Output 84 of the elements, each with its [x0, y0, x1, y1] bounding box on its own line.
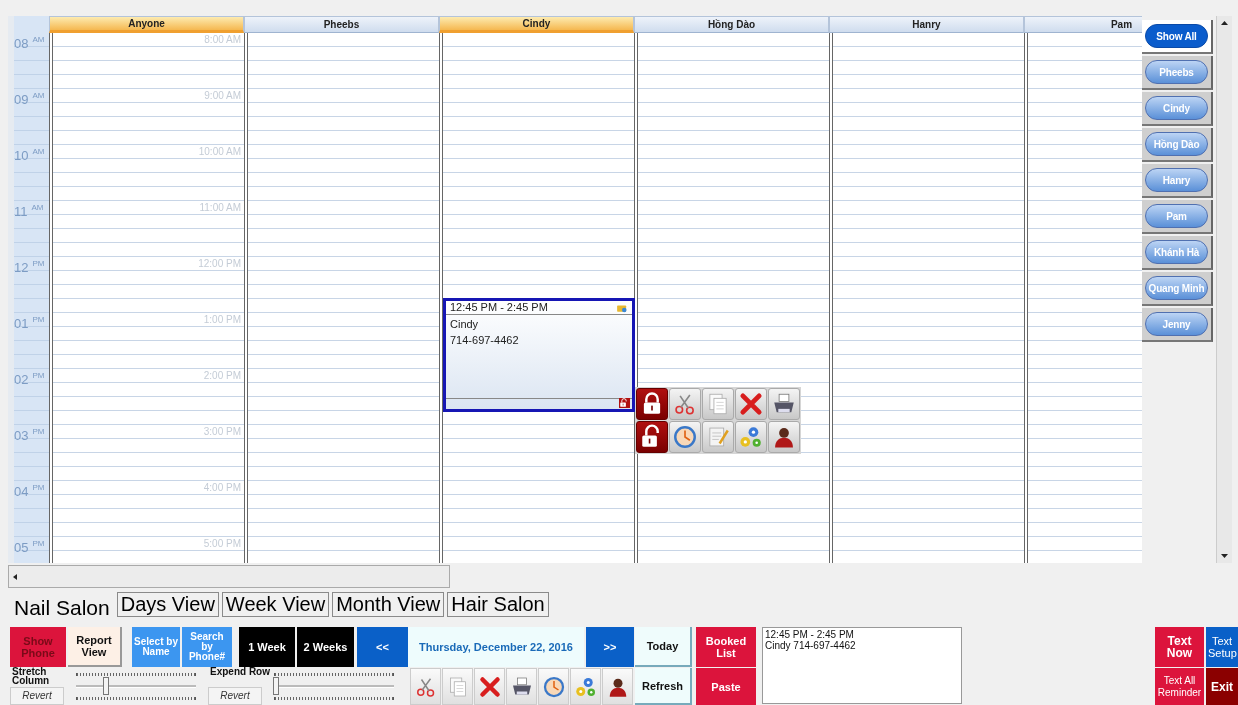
period-label: AM: [32, 147, 45, 158]
unlock-badge[interactable]: [619, 398, 630, 408]
clock-icon: [541, 674, 566, 699]
period-label: PM: [32, 539, 45, 550]
unlock-button[interactable]: [636, 421, 668, 453]
revert-button[interactable]: Revert: [10, 687, 64, 705]
today-button[interactable]: Today: [635, 627, 692, 667]
column-header[interactable]: Anyone: [49, 16, 244, 33]
hour-label: 09: [14, 92, 29, 107]
next-button[interactable]: >>: [586, 627, 634, 667]
period-label: PM: [32, 371, 45, 382]
column-header[interactable]: Pheebs: [244, 16, 439, 33]
date-label: Thursday, December 22, 2016: [408, 627, 584, 667]
client-button[interactable]: [768, 421, 800, 453]
slider-thumb[interactable]: [103, 677, 109, 695]
text-all-reminder-button[interactable]: Text All Reminder: [1155, 668, 1204, 705]
hour-label: 03: [14, 428, 29, 443]
staff-filter-button[interactable]: Show All: [1142, 20, 1213, 54]
delete-icon: [477, 674, 502, 699]
range-button[interactable]: 1 Week: [239, 627, 295, 667]
hour-label: 08: [14, 36, 29, 51]
period-label: PM: [32, 315, 45, 326]
appointment-time: 12:45 PM - 2:45 PM: [450, 301, 548, 314]
slider-thumb[interactable]: [273, 677, 280, 695]
gears-icon: [738, 424, 764, 450]
print-button[interactable]: [768, 388, 800, 420]
column-header[interactable]: Cindy: [439, 16, 634, 33]
time-slot-label: 11:00 AM: [199, 201, 241, 215]
delete-button[interactable]: [474, 668, 505, 705]
paste-button[interactable]: Paste: [696, 668, 756, 705]
period-label: AM: [32, 91, 45, 102]
settings-button[interactable]: [570, 668, 601, 705]
booked-list-button[interactable]: Booked List: [696, 627, 756, 667]
time-slot-label: 8:00 AM: [204, 33, 241, 47]
column-header[interactable]: Pam: [1024, 16, 1142, 33]
period-label: AM: [31, 203, 44, 214]
client-phone: 714-697-4462: [449, 333, 520, 347]
delete-button[interactable]: [735, 388, 767, 420]
view-tab[interactable]: Hair Salon: [447, 592, 549, 617]
slider-label: Stretch Column: [11, 667, 51, 687]
view-tab[interactable]: Month View: [332, 592, 445, 617]
lock-button[interactable]: [636, 388, 668, 420]
time-button[interactable]: [538, 668, 569, 705]
period-label: AM: [32, 35, 45, 46]
hour-label: 04: [14, 484, 29, 499]
clock-icon: [672, 424, 698, 450]
time-slot-label: 4:00 PM: [203, 481, 241, 495]
view-tab[interactable]: Days View: [116, 592, 219, 617]
refresh-button[interactable]: Refresh: [635, 668, 692, 705]
text-setup-button[interactable]: Text Setup: [1206, 627, 1238, 667]
period-label: PM: [32, 427, 45, 438]
hour-label: 10: [14, 148, 29, 163]
hour-label: 12: [14, 260, 29, 275]
cut-button[interactable]: [410, 668, 441, 705]
view-tab[interactable]: Week View: [221, 592, 330, 617]
client-name: Cindy: [449, 317, 480, 331]
hour-label: 05: [14, 540, 29, 555]
notes-field[interactable]: 12:45 PM - 2:45 PM Cindy 714-697-4462: [762, 627, 962, 704]
range-button[interactable]: 2 Weeks: [297, 627, 354, 667]
revert-button[interactable]: Revert: [208, 687, 262, 705]
unlock-icon: [619, 398, 629, 408]
settings-button[interactable]: [735, 421, 767, 453]
delete-icon: [738, 391, 764, 417]
hour-label: 01: [14, 316, 29, 331]
exit-button[interactable]: Exit: [1206, 668, 1238, 705]
time-button[interactable]: [669, 421, 701, 453]
period-label: PM: [32, 483, 45, 494]
column-header[interactable]: Hồng Dào: [634, 16, 829, 33]
previous-button[interactable]: <<: [357, 627, 408, 667]
hour-label: 11: [14, 204, 28, 219]
appointment-card[interactable]: 12:45 PM - 2:45 PM Cindy 714-697-4462: [443, 298, 635, 412]
print-button[interactable]: [506, 668, 537, 705]
slider-label: Expend Row: [209, 667, 270, 679]
cut-button[interactable]: [669, 388, 701, 420]
period-label: PM: [32, 259, 45, 270]
time-slot-label: 3:00 PM: [203, 425, 241, 439]
time-slot-label: 5:00 PM: [203, 537, 241, 551]
report-view-button[interactable]: Report View: [68, 627, 122, 667]
text-now-button[interactable]: Text Now: [1155, 627, 1204, 667]
hour-label: 02: [14, 372, 29, 387]
client-button[interactable]: [602, 668, 633, 705]
time-slot-label: 10:00 AM: [198, 145, 241, 159]
column-header[interactable]: Hanry: [829, 16, 1024, 33]
time-slot-label: 1:00 PM: [203, 313, 241, 327]
